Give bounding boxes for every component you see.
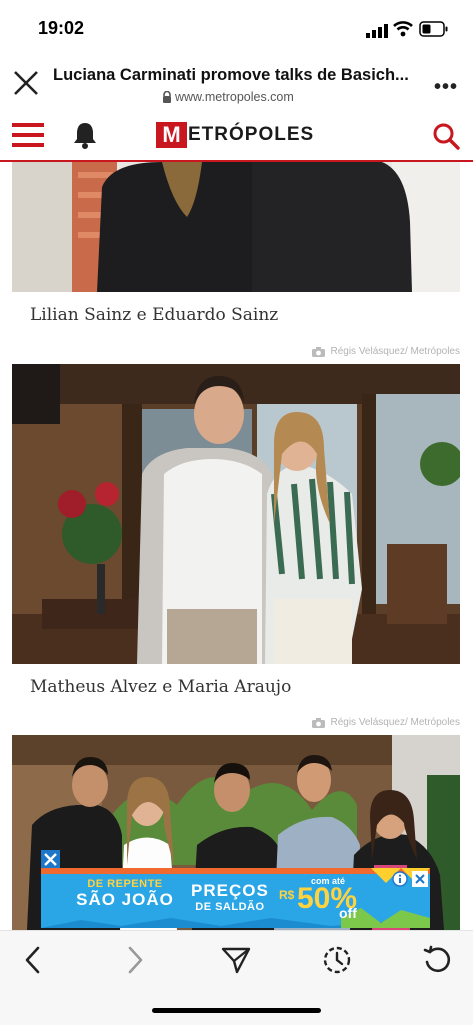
menu-icon[interactable]	[12, 122, 44, 148]
status-time: 19:02	[38, 18, 85, 38]
bell-icon[interactable]	[73, 121, 97, 149]
back-icon[interactable]	[22, 944, 44, 976]
logo-letter: M	[162, 122, 181, 147]
photo-caption-1: Lilian Sainz e Eduardo Sainz	[30, 305, 279, 325]
gallery-photo-2[interactable]	[12, 364, 460, 664]
reload-icon[interactable]	[422, 944, 454, 976]
info-icon[interactable]	[392, 871, 408, 887]
photo-caption-2: Matheus Alvez e Maria Araujo	[30, 677, 292, 697]
status-bar: 19:02	[0, 0, 473, 56]
more-icon[interactable]: •••	[434, 76, 458, 99]
photo-credit-2: Régis Velásquez/ Metrópoles	[312, 346, 460, 357]
battery-icon	[419, 21, 448, 37]
close-icon	[44, 853, 57, 866]
ad-headline-left-2: SÃO JOÃO	[76, 890, 174, 909]
camera-icon	[312, 346, 326, 357]
forward-icon[interactable]	[124, 944, 146, 976]
history-icon[interactable]	[320, 944, 354, 976]
ad-choices-close-icon[interactable]	[412, 871, 428, 887]
logo-mark: M	[156, 122, 187, 148]
photo-credit-3: Régis Velásquez/ Metrópoles	[312, 717, 460, 728]
url-display[interactable]: www.metropoles.com	[162, 90, 294, 104]
ad-price-suffix: off	[339, 905, 357, 921]
ad-banner[interactable]: DE REPENTE SÃO JOÃO PREÇOS DE SALDÃO com…	[41, 868, 430, 928]
camera-icon	[312, 717, 326, 728]
home-indicator[interactable]	[152, 1008, 321, 1013]
ad-price-currency: R$	[279, 888, 295, 902]
ad-headline-mid-2: DE SALDÃO	[195, 901, 265, 913]
signal-icon	[366, 24, 388, 38]
gallery-photo-1[interactable]	[12, 162, 460, 292]
close-icon[interactable]	[12, 69, 40, 97]
url-text: www.metropoles.com	[175, 90, 294, 104]
page-title: Luciana Carminati promove talks de Basic…	[53, 66, 409, 84]
ad-close-button[interactable]	[41, 850, 60, 869]
wifi-icon	[393, 21, 413, 37]
site-logo[interactable]: M ETRÓPOLES	[156, 122, 314, 148]
share-icon[interactable]	[220, 944, 252, 976]
ad-headline-mid-1: PREÇOS	[191, 881, 269, 900]
ad-headline-left-1: DE REPENTE	[87, 878, 163, 890]
logo-text: ETRÓPOLES	[188, 124, 315, 145]
lock-icon	[163, 91, 171, 103]
search-icon[interactable]	[432, 122, 460, 150]
